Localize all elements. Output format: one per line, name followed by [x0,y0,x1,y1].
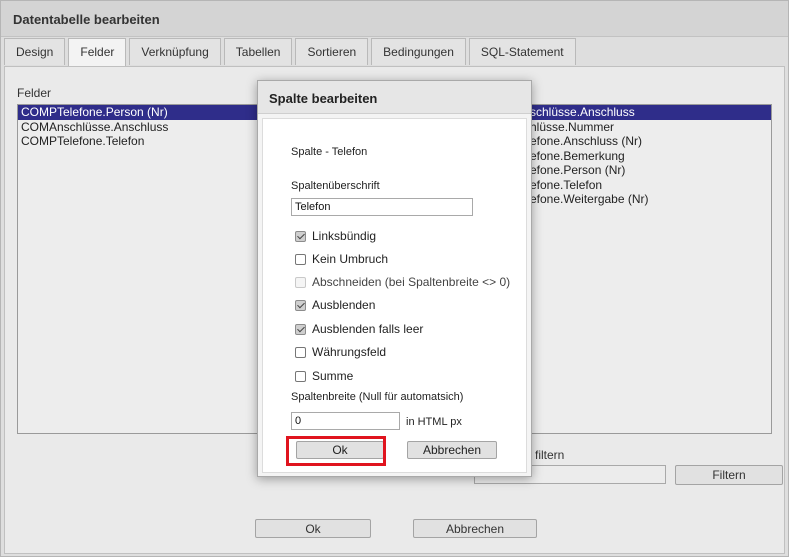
header-input[interactable] [291,198,473,216]
selected-fields-list[interactable]: COMPTelefone.Person (Nr) COMAnschlüsse.A… [17,104,267,434]
option-ausblenden-falls-leer[interactable]: Ausblenden falls leer [295,321,423,337]
dialog-cancel-button[interactable]: Abbrechen [407,441,497,459]
checkbox[interactable] [295,346,306,358]
tab-felder[interactable]: Felder [68,38,127,67]
option-waehrungsfeld[interactable]: Währungsfeld [295,344,386,360]
width-label: Spaltenbreite (Null für automatsich) [291,391,464,403]
option-ausblenden[interactable]: Ausblenden [295,297,375,313]
cancel-button[interactable]: Abbrechen [413,519,537,538]
header-label: Spaltenüberschrift [291,180,380,192]
list-item[interactable]: hlüsse.Nummer [530,120,771,135]
highlight-box [286,436,386,466]
list-item[interactable]: efone.Anschluss (Nr) [530,134,771,149]
checkbox-checked[interactable] [295,323,306,335]
list-item[interactable]: COMPTelefone.Person (Nr) [18,105,266,120]
tab-bedingungen[interactable]: Bedingungen [371,38,466,65]
dialog-body: Spalte - Telefon Spaltenüberschrift Link… [262,118,527,473]
window-title: Datentabelle bearbeiten [1,1,788,37]
option-label: Ausblenden falls leer [312,322,424,336]
dialog-title: Spalte bearbeiten [258,81,531,114]
list-item[interactable]: COMAnschlüsse.Anschluss [18,120,266,135]
option-kein-umbruch[interactable]: Kein Umbruch [295,251,388,267]
ok-button[interactable]: Ok [255,519,371,538]
list-item[interactable]: efone.Person (Nr) [530,163,771,178]
edit-column-dialog: Spalte bearbeiten Spalte - Telefon Spalt… [257,80,532,477]
checkbox-disabled [295,276,306,288]
option-label: Abschneiden (bei Spaltenbreite <> 0) [312,275,511,289]
option-label: Kein Umbruch [312,252,389,266]
tab-tabellen[interactable]: Tabellen [223,38,293,65]
filter-label: filtern [535,448,565,462]
option-label: Summe [312,369,354,383]
list-item[interactable]: COMPTelefone.Telefon [18,134,266,149]
checkbox-checked[interactable] [295,230,306,242]
list-item[interactable]: schlüsse.Anschluss [530,105,771,120]
column-name-label: Spalte - Telefon [291,146,368,158]
option-label: Ausblenden [312,298,376,312]
option-label: Währungsfeld [312,345,387,359]
list-item[interactable]: efone.Weitergabe (Nr) [530,192,771,207]
option-abschneiden: Abschneiden (bei Spaltenbreite <> 0) [295,274,510,290]
option-summe[interactable]: Summe [295,368,353,384]
checkbox[interactable] [295,370,306,382]
available-fields-list[interactable]: schlüsse.Anschluss hlüsse.Nummer efone.A… [529,104,772,434]
checkbox-checked[interactable] [295,299,306,311]
width-input[interactable] [291,412,400,430]
option-label: Linksbündig [312,229,377,243]
tab-bar: Design Felder Verknüpfung Tabellen Sorti… [4,38,579,67]
tab-design[interactable]: Design [4,38,66,65]
list-item[interactable]: efone.Telefon [530,178,771,193]
option-linksbuendig[interactable]: Linksbündig [295,228,376,244]
filter-button[interactable]: Filtern [675,465,783,485]
checkbox[interactable] [295,253,306,265]
width-unit-label: in HTML px [406,416,462,428]
list-item[interactable]: efone.Bemerkung [530,149,771,164]
tab-sortieren[interactable]: Sortieren [295,38,369,65]
tab-sql-statement[interactable]: SQL-Statement [468,38,576,65]
felder-label: Felder [17,86,52,100]
tab-verknuepfung[interactable]: Verknüpfung [129,38,221,65]
